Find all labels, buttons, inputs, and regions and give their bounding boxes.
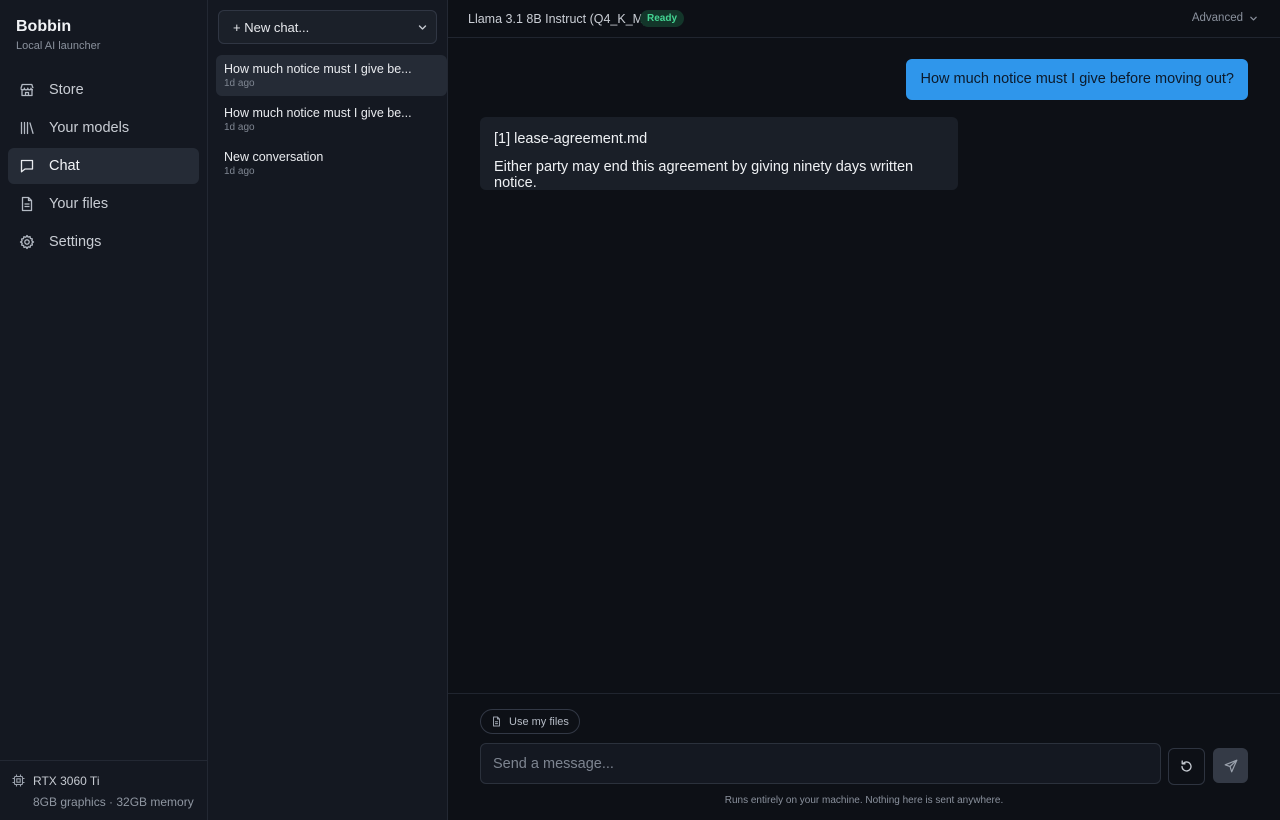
sidebar-item-label: Your models <box>49 120 130 136</box>
gpu-name: RTX 3060 Ti <box>33 774 100 788</box>
chip-icon <box>12 774 25 787</box>
send-button[interactable] <box>1213 748 1248 783</box>
model-name: Llama 3.1 8B Instruct (Q4_K_M) <box>468 12 648 26</box>
sidebar-item-your-models[interactable]: Your models <box>8 110 199 146</box>
message-input[interactable] <box>480 743 1161 784</box>
chat-main: Llama 3.1 8B Instruct (Q4_K_M) Ready Adv… <box>448 0 1280 820</box>
sidebar-nav: Store Your models Chat Your files Settin… <box>8 72 199 262</box>
chat-bubble-icon <box>19 158 35 174</box>
sidebar-item-store[interactable]: Store <box>8 72 199 108</box>
conversation-title: How much notice must I give be... <box>224 106 412 120</box>
chat-header: Llama 3.1 8B Instruct (Q4_K_M) Ready Adv… <box>448 0 1280 38</box>
hardware-specs: 8GB graphics · 32GB memory <box>33 795 194 809</box>
assistant-message: [1] lease-agreement.md Either party may … <box>480 117 958 191</box>
new-chat-label: + New chat... <box>233 19 310 35</box>
status-badge: Ready <box>640 10 685 27</box>
sidebar-item-chat[interactable]: Chat <box>8 148 199 184</box>
reset-conversation-button[interactable] <box>1168 748 1205 785</box>
refresh-icon <box>1179 759 1194 774</box>
conversation-time: 1d ago <box>224 122 255 133</box>
file-icon <box>19 196 35 212</box>
chevron-down-icon <box>1249 14 1258 23</box>
library-icon <box>19 120 35 136</box>
assistant-answer: Either party may end this agreement by g… <box>494 159 914 191</box>
message-composer: Use my files Runs entirely on your machi… <box>448 693 1280 820</box>
store-icon <box>19 82 35 98</box>
user-message: How much notice must I give before movin… <box>906 59 1248 100</box>
app-tagline: Local AI launcher <box>16 40 101 52</box>
advanced-toggle[interactable]: Advanced <box>1192 12 1258 24</box>
sidebar-item-your-files[interactable]: Your files <box>8 186 199 222</box>
conversation-time: 1d ago <box>224 166 255 177</box>
conversation-list: How much notice must I give be... 1d ago… <box>216 55 447 187</box>
conversation-title: New conversation <box>224 150 324 164</box>
advanced-label: Advanced <box>1191 12 1243 24</box>
conversation-time: 1d ago <box>224 78 255 89</box>
source-citation: [1] lease-agreement.md <box>494 131 648 147</box>
conversation-item[interactable]: New conversation 1d ago <box>216 143 447 184</box>
send-icon <box>1224 759 1238 773</box>
conversation-item[interactable]: How much notice must I give be... 1d ago <box>216 55 447 96</box>
conversation-item[interactable]: How much notice must I give be... 1d ago <box>216 99 447 140</box>
sidebar: Bobbin Local AI launcher Store Your mode… <box>0 0 208 820</box>
conversation-list-panel: + New chat... How much notice must I giv… <box>208 0 448 820</box>
privacy-note: Runs entirely on your machine. Nothing h… <box>724 795 1004 806</box>
use-my-files-label: Use my files <box>509 715 569 728</box>
hardware-info: RTX 3060 Ti 8GB graphics · 32GB memory <box>0 760 207 820</box>
sidebar-item-label: Store <box>49 82 84 98</box>
new-chat-dropdown[interactable]: + New chat... <box>218 10 437 44</box>
sidebar-item-label: Your files <box>49 196 109 212</box>
conversation-title: How much notice must I give be... <box>224 62 412 76</box>
use-my-files-toggle[interactable]: Use my files <box>480 709 580 734</box>
sidebar-item-label: Chat <box>49 158 80 174</box>
sidebar-item-label: Settings <box>49 234 102 250</box>
sidebar-item-settings[interactable]: Settings <box>8 224 199 260</box>
app-name: Bobbin <box>16 18 72 35</box>
chevron-down-icon <box>417 22 428 33</box>
brand: Bobbin Local AI launcher <box>16 18 100 52</box>
gear-icon <box>19 234 35 250</box>
file-icon <box>491 716 502 727</box>
